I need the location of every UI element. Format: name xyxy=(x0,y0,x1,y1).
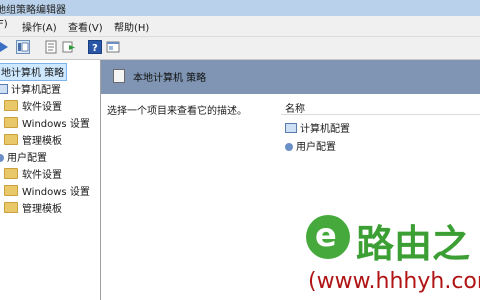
folder-icon xyxy=(4,100,18,111)
tree-node-user-windows-settings[interactable]: Windows 设置 xyxy=(4,183,90,199)
tree-label: Windows 设置 xyxy=(22,187,90,198)
tree-root-label: 地计算机 策略 xyxy=(1,68,65,79)
folder-icon xyxy=(4,134,18,145)
folder-icon xyxy=(4,168,18,179)
folder-icon xyxy=(4,202,18,213)
tree-node-software-settings[interactable]: 软件设置 xyxy=(4,98,62,114)
tree-node-local-computer-policy[interactable]: 地计算机 策略 xyxy=(0,63,68,81)
menu-file[interactable]: F) xyxy=(0,19,8,30)
list-item-user-config[interactable]: 用户配置 xyxy=(285,138,336,153)
console-tree: 地计算机 策略 计算机配置 软件设置 Windows 设置 管理模板 用户配置 … xyxy=(0,60,101,300)
policy-icon xyxy=(113,69,125,83)
list-item-computer-config[interactable]: 计算机配置 xyxy=(285,120,350,135)
tree-node-admin-templates[interactable]: 管理模板 xyxy=(4,132,62,148)
list-item-label: 计算机配置 xyxy=(300,124,350,135)
tree-node-user-software-settings[interactable]: 软件设置 xyxy=(4,166,62,182)
watermark-brand: 路由之 xyxy=(356,222,471,266)
computer-icon xyxy=(285,123,297,133)
title-bar: 地组策略编辑器 xyxy=(0,0,480,16)
tree-label: 管理模板 xyxy=(22,204,62,215)
toolbar: ? xyxy=(0,37,480,60)
show-hide-tree-icon[interactable] xyxy=(16,40,30,54)
column-header-label: 名称 xyxy=(285,104,305,115)
details-header-title: 本地计算机 策略 xyxy=(133,73,207,84)
tree-node-windows-settings[interactable]: Windows 设置 xyxy=(4,115,90,131)
tree-label: 计算机配置 xyxy=(11,85,61,96)
menu-action[interactable]: 操作(A) xyxy=(22,19,57,34)
description-text: 选择一个项目来查看它的描述。 xyxy=(107,106,247,117)
tree-label: 用户配置 xyxy=(7,153,47,164)
menu-bar: F) 操作(A) 查看(V) 帮助(H) xyxy=(0,16,480,37)
column-header-name[interactable]: 名称 xyxy=(281,100,480,115)
export-list-icon[interactable] xyxy=(62,40,76,54)
tree-label: 软件设置 xyxy=(22,170,62,181)
tree-node-computer-config[interactable]: 计算机配置 xyxy=(0,81,61,97)
watermark: e 路由之 (www.hhhyh.com xyxy=(300,213,480,300)
tree-label: Windows 设置 xyxy=(22,119,90,130)
properties-icon[interactable] xyxy=(44,40,58,54)
tree-node-user-admin-templates[interactable]: 管理模板 xyxy=(4,200,62,216)
help-icon[interactable]: ? xyxy=(88,40,102,54)
computer-icon xyxy=(0,84,8,94)
window-title: 地组策略编辑器 xyxy=(0,5,66,16)
folder-icon xyxy=(4,117,18,128)
console-icon[interactable] xyxy=(106,40,120,54)
watermark-url: (www.hhhyh.com xyxy=(308,269,480,294)
user-icon xyxy=(285,143,293,151)
brand-logo-icon: e xyxy=(306,215,350,259)
tree-node-user-config[interactable]: 用户配置 xyxy=(0,149,47,165)
tree-label: 软件设置 xyxy=(22,102,62,113)
svg-text:?: ? xyxy=(92,43,98,53)
user-icon xyxy=(0,154,4,162)
menu-view[interactable]: 查看(V) xyxy=(68,19,103,34)
menu-help[interactable]: 帮助(H) xyxy=(114,19,149,34)
details-header: 本地计算机 策略 xyxy=(101,60,480,94)
forward-icon[interactable] xyxy=(0,40,12,54)
list-item-label: 用户配置 xyxy=(296,142,336,153)
folder-icon xyxy=(4,185,18,196)
tree-label: 管理模板 xyxy=(22,136,62,147)
